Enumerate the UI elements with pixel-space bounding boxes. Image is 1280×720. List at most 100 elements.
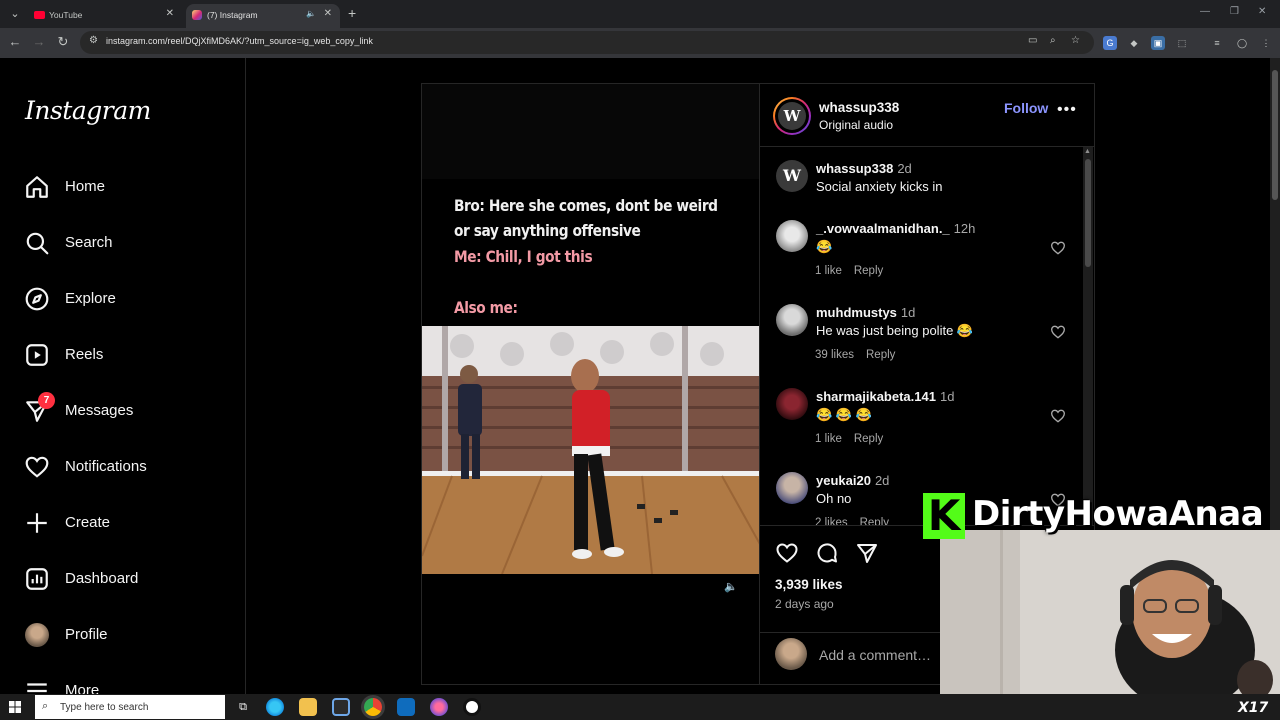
address-bar[interactable]: ⚙ instagram.com/reel/DQjXfiMD6AK/?utm_so… xyxy=(80,31,1094,54)
edge-icon[interactable] xyxy=(266,698,284,716)
reading-list-icon[interactable]: ≡ xyxy=(1210,36,1224,50)
comment-avatar[interactable] xyxy=(776,304,808,336)
comment-bubble-icon[interactable] xyxy=(815,541,839,565)
nav-reels[interactable]: Reels xyxy=(24,340,224,370)
comment-likes[interactable]: 2 likes xyxy=(815,517,848,525)
like-heart-icon[interactable] xyxy=(775,541,799,565)
tab-youtube[interactable]: YouTube ✕ xyxy=(28,4,182,28)
tab-close-icon[interactable]: ✕ xyxy=(324,8,332,19)
instagram-favicon-icon xyxy=(192,10,202,20)
reply-button[interactable]: Reply xyxy=(866,349,895,361)
add-comment-input[interactable]: Add a comment… xyxy=(819,647,931,663)
like-comment-heart-icon[interactable] xyxy=(1050,240,1066,256)
windows-start-icon[interactable] xyxy=(9,701,21,713)
nav-profile[interactable]: Profile xyxy=(24,620,224,650)
nav-label: Search xyxy=(65,234,113,251)
comment-avatar[interactable] xyxy=(776,220,808,252)
zoom-icon[interactable]: ⌕ xyxy=(1050,35,1056,46)
file-explorer-icon[interactable] xyxy=(299,698,317,716)
comment-text: 😂 xyxy=(816,239,833,254)
heart-icon xyxy=(25,456,49,478)
more-options-icon[interactable]: ••• xyxy=(1057,101,1077,119)
minimize-icon[interactable]: — xyxy=(1200,6,1210,17)
comment-username[interactable]: muhdmustys 1d xyxy=(816,305,915,320)
url-text: instagram.com/reel/DQjXfiMD6AK/?utm_sour… xyxy=(106,36,373,46)
comment-username[interactable]: yeukai20 2d xyxy=(816,473,889,488)
bookmark-star-icon[interactable]: ☆ xyxy=(1071,35,1080,46)
comment-time: 12h xyxy=(953,221,976,236)
obs-icon[interactable] xyxy=(463,698,481,716)
share-icon[interactable] xyxy=(855,541,879,565)
site-info-icon[interactable]: ⚙ xyxy=(89,35,98,46)
task-view-icon[interactable]: ⧉ xyxy=(234,698,252,716)
like-comment-heart-icon[interactable] xyxy=(1050,324,1066,340)
like-count[interactable]: 3,939 likes xyxy=(775,577,843,592)
reel-video[interactable]: Bro: Here she comes, dont be weird or sa… xyxy=(421,83,760,685)
tab-close-icon[interactable]: ✕ xyxy=(166,8,174,19)
forward-icon[interactable]: → xyxy=(30,34,48,49)
extension-image-icon[interactable]: ▣ xyxy=(1151,36,1165,50)
store-icon[interactable] xyxy=(332,698,350,716)
cast-icon[interactable]: ▭ xyxy=(1028,35,1037,46)
youtube-favicon-icon xyxy=(34,11,45,19)
video-top-area xyxy=(422,84,759,179)
current-user-avatar xyxy=(775,638,807,670)
video-caption-line: Me: Chill, I got this xyxy=(454,247,593,266)
close-window-icon[interactable]: ✕ xyxy=(1258,6,1266,17)
comment-username[interactable]: _.vowvaalmanidhan._ 12h xyxy=(816,221,975,236)
nav-messages[interactable]: 7 Messages xyxy=(24,392,224,426)
audio-label[interactable]: Original audio xyxy=(819,118,893,132)
comment-likes[interactable]: 1 like xyxy=(815,433,842,445)
author-avatar[interactable]: W xyxy=(773,97,811,135)
tab-audio-icon[interactable]: 🔈 xyxy=(306,9,316,18)
chrome-icon[interactable] xyxy=(364,698,382,716)
instagram-logo[interactable]: Instagram xyxy=(25,96,151,125)
extension-diamond-icon[interactable]: ◆ xyxy=(1127,36,1141,50)
maximize-icon[interactable]: ❐ xyxy=(1230,6,1239,17)
reload-icon[interactable]: ↻ xyxy=(54,34,72,50)
comment-likes[interactable]: 39 likes xyxy=(815,349,854,361)
nav-label: Home xyxy=(65,178,106,195)
profile-icon[interactable]: ◯ xyxy=(1235,36,1249,50)
video-caption-line: Bro: Here she comes, dont be weird xyxy=(454,196,718,215)
reply-button[interactable]: Reply xyxy=(854,265,883,277)
reply-button[interactable]: Reply xyxy=(860,517,889,525)
extensions-puzzle-icon[interactable]: ⬚ xyxy=(1175,36,1189,50)
browser-menu-icon[interactable]: ⋮ xyxy=(1259,36,1273,50)
comment-avatar[interactable] xyxy=(776,472,808,504)
back-icon[interactable]: ← xyxy=(6,34,24,49)
tab-instagram[interactable]: (7) Instagram 🔈 ✕ xyxy=(186,4,340,28)
comment-username[interactable]: whassup338 2d xyxy=(816,161,912,176)
tab-title: (7) Instagram xyxy=(207,10,258,20)
nav-more[interactable]: More xyxy=(24,676,224,694)
nav-home[interactable]: Home xyxy=(24,172,224,202)
comment-avatar[interactable]: W xyxy=(776,160,808,192)
comment-username[interactable]: sharmajikabeta.141 1d xyxy=(816,389,954,404)
nav-search[interactable]: Search xyxy=(24,228,224,258)
follow-button[interactable]: Follow xyxy=(1004,100,1048,116)
tab-search-icon[interactable]: ⌄ xyxy=(6,5,24,23)
comment-meta: 1 like Reply xyxy=(815,265,895,277)
comments-scrollbar[interactable]: ▲ xyxy=(1083,147,1093,525)
nav-dashboard[interactable]: Dashboard xyxy=(24,564,224,594)
nav-notifications[interactable]: Notifications xyxy=(24,452,224,482)
like-comment-heart-icon[interactable] xyxy=(1050,408,1066,424)
unread-badge: 7 xyxy=(38,392,55,409)
page-scrollbar-thumb[interactable] xyxy=(1272,70,1278,200)
comment-likes[interactable]: 1 like xyxy=(815,265,842,277)
new-tab-button[interactable]: + xyxy=(348,5,356,21)
app-icon[interactable] xyxy=(430,698,448,716)
taskbar-search[interactable]: ⌕ Type here to search xyxy=(35,695,225,719)
reply-button[interactable]: Reply xyxy=(854,433,883,445)
mute-toggle-icon[interactable]: 🔈 xyxy=(724,580,738,593)
comment-text: 😂 😂 😂 xyxy=(816,407,872,422)
translate-extension-icon[interactable]: G xyxy=(1103,36,1117,50)
author-username[interactable]: whassup338 xyxy=(819,100,899,115)
scrollbar-thumb[interactable] xyxy=(1085,159,1091,267)
scroll-up-icon[interactable]: ▲ xyxy=(1084,148,1091,155)
browser-tabstrip: ⌄ YouTube ✕ (7) Instagram 🔈 ✕ + — ❐ ✕ xyxy=(0,0,1280,28)
nav-explore[interactable]: Explore xyxy=(24,284,224,314)
outlook-icon[interactable] xyxy=(397,698,415,716)
comment-avatar[interactable] xyxy=(776,388,808,420)
nav-create[interactable]: Create xyxy=(24,508,224,538)
